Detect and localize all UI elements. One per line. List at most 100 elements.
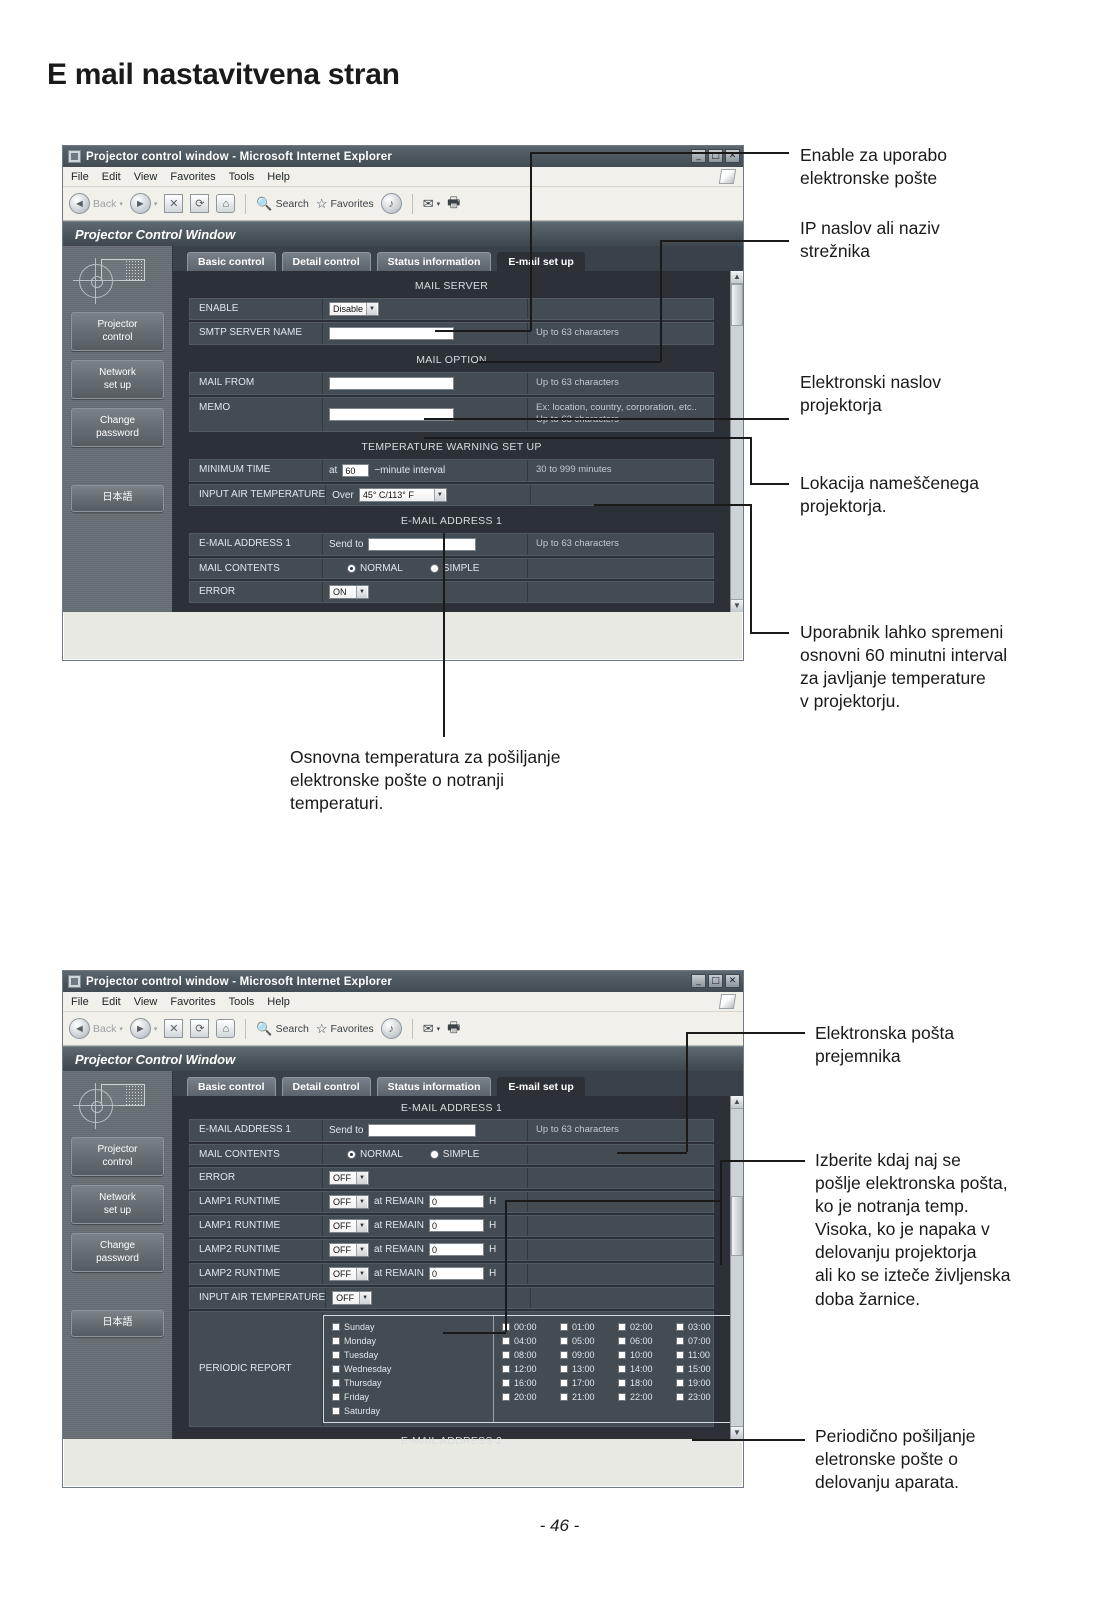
radio-simple[interactable]: SIMPLE xyxy=(429,563,479,574)
scroll-up-icon[interactable]: ▲ xyxy=(731,1096,743,1109)
media-button[interactable]: ♪ xyxy=(380,1018,402,1039)
smtp-server-name-input[interactable] xyxy=(329,326,454,340)
email-address-1-input[interactable] xyxy=(368,537,477,551)
lamp2-runtime-b-remain-input[interactable]: 0 xyxy=(429,1267,485,1281)
print-button[interactable]: 🖶 xyxy=(447,1017,460,1041)
favorites-button[interactable]: ☆ Favorites xyxy=(316,196,374,212)
sidebar-item-japanese[interactable]: 日本語 xyxy=(71,1310,164,1337)
tab-status-information[interactable]: Status information xyxy=(376,252,492,271)
mail-button[interactable]: ✉ ▾ xyxy=(423,1021,440,1037)
checkbox-hour-0200[interactable]: 02:00 xyxy=(618,1320,666,1334)
input-air-temp-select[interactable]: 45° C/113° F ▼ xyxy=(358,488,447,503)
checkbox-hour-0700[interactable]: 07:00 xyxy=(676,1334,724,1348)
scroll-down-icon[interactable]: ▼ xyxy=(731,599,743,612)
tab-basic-control[interactable]: Basic control xyxy=(187,252,276,271)
minimum-time-input[interactable]: 60 xyxy=(342,464,370,478)
minimize-button[interactable]: _ xyxy=(691,974,706,988)
checkbox-hour-0500[interactable]: 05:00 xyxy=(560,1334,608,1348)
checkbox-friday[interactable]: Friday xyxy=(332,1390,493,1404)
checkbox-wednesday[interactable]: Wednesday xyxy=(332,1362,493,1376)
lamp1-runtime-b-select[interactable]: OFF ▼ xyxy=(329,1218,369,1233)
checkbox-hour-1100[interactable]: 11:00 xyxy=(676,1348,724,1362)
checkbox-saturday[interactable]: Saturday xyxy=(332,1404,493,1418)
checkbox-hour-0600[interactable]: 06:00 xyxy=(618,1334,666,1348)
stop-button[interactable]: ✕ xyxy=(164,1019,184,1038)
radio-normal[interactable]: NORMAL xyxy=(347,563,403,574)
checkbox-hour-2300[interactable]: 23:00 xyxy=(676,1390,724,1404)
favorites-button[interactable]: ☆ Favorites xyxy=(316,1021,374,1037)
error-select[interactable]: ON ▼ xyxy=(329,584,369,599)
checkbox-monday[interactable]: Monday xyxy=(332,1334,493,1348)
menu-item-file[interactable]: File xyxy=(71,996,89,1008)
tab-detail-control[interactable]: Detail control xyxy=(281,1077,371,1096)
checkbox-hour-0900[interactable]: 09:00 xyxy=(560,1348,608,1362)
search-button[interactable]: 🔍 Search xyxy=(256,196,308,212)
checkbox-hour-1700[interactable]: 17:00 xyxy=(560,1376,608,1390)
sidebar-item-projector-control[interactable]: Projector control xyxy=(71,1137,164,1176)
menu-item-file[interactable]: File xyxy=(71,171,89,183)
checkbox-hour-0100[interactable]: 01:00 xyxy=(560,1320,608,1334)
checkbox-tuesday[interactable]: Tuesday xyxy=(332,1348,493,1362)
stop-button[interactable]: ✕ xyxy=(164,194,184,213)
maximize-button[interactable]: □ xyxy=(708,974,723,988)
menu-item-favorites[interactable]: Favorites xyxy=(170,171,215,183)
checkbox-hour-1000[interactable]: 10:00 xyxy=(618,1348,666,1362)
print-button[interactable]: 🖶 xyxy=(447,192,460,216)
checkbox-hour-1500[interactable]: 15:00 xyxy=(676,1362,724,1376)
radio-normal[interactable]: NORMAL xyxy=(347,1149,403,1160)
menu-item-tools[interactable]: Tools xyxy=(229,171,255,183)
media-button[interactable]: ♪ xyxy=(380,193,402,214)
scroll-thumb[interactable] xyxy=(731,1196,743,1256)
sidebar-item-network-setup[interactable]: Network set up xyxy=(71,360,164,399)
checkbox-hour-2000[interactable]: 20:00 xyxy=(502,1390,550,1404)
home-button[interactable]: ⌂ xyxy=(216,1019,236,1038)
sidebar-item-japanese[interactable]: 日本語 xyxy=(71,485,164,512)
home-button[interactable]: ⌂ xyxy=(216,194,236,213)
close-button[interactable]: ✕ xyxy=(725,974,740,988)
tab-basic-control[interactable]: Basic control xyxy=(187,1077,276,1096)
input-air-temp-select[interactable]: OFF ▼ xyxy=(332,1290,373,1305)
lamp1-runtime-a-remain-input[interactable]: 0 xyxy=(429,1195,485,1209)
tab-status-information[interactable]: Status information xyxy=(376,1077,492,1096)
lamp1-runtime-b-remain-input[interactable]: 0 xyxy=(429,1219,485,1233)
radio-simple[interactable]: SIMPLE xyxy=(429,1149,479,1160)
forward-button[interactable]: ► ▾ xyxy=(129,1018,157,1039)
checkbox-hour-2100[interactable]: 21:00 xyxy=(560,1390,608,1404)
email-address-1-input[interactable] xyxy=(368,1123,477,1137)
checkbox-hour-2200[interactable]: 22:00 xyxy=(618,1390,666,1404)
checkbox-thursday[interactable]: Thursday xyxy=(332,1376,493,1390)
menu-item-favorites[interactable]: Favorites xyxy=(170,996,215,1008)
back-button[interactable]: ◄ Back ▾ xyxy=(69,1018,123,1039)
menu-item-view[interactable]: View xyxy=(134,996,158,1008)
tab-email-setup[interactable]: E-mail set up xyxy=(497,1077,585,1096)
checkbox-hour-1800[interactable]: 18:00 xyxy=(618,1376,666,1390)
checkbox-hour-1300[interactable]: 13:00 xyxy=(560,1362,608,1376)
scroll-up-icon[interactable]: ▲ xyxy=(731,271,743,284)
scroll-down-icon[interactable]: ▼ xyxy=(731,1426,743,1439)
menu-item-tools[interactable]: Tools xyxy=(229,996,255,1008)
checkbox-hour-1900[interactable]: 19:00 xyxy=(676,1376,724,1390)
back-button[interactable]: ◄ Back ▾ xyxy=(69,193,123,214)
tab-email-setup[interactable]: E-mail set up xyxy=(497,252,585,271)
enable-select[interactable]: Disable ▼ xyxy=(329,302,380,316)
menu-item-edit[interactable]: Edit xyxy=(102,996,121,1008)
lamp2-runtime-a-select[interactable]: OFF ▼ xyxy=(329,1242,369,1257)
refresh-button[interactable]: ⟳ xyxy=(190,194,210,213)
sidebar-item-change-password[interactable]: Change password xyxy=(71,408,164,447)
mail-from-input[interactable] xyxy=(329,376,454,390)
sidebar-item-projector-control[interactable]: Projector control xyxy=(71,312,164,351)
lamp1-runtime-a-select[interactable]: OFF ▼ xyxy=(329,1194,369,1209)
lamp2-runtime-b-select[interactable]: OFF ▼ xyxy=(329,1266,369,1281)
sidebar-item-network-setup[interactable]: Network set up xyxy=(71,1185,164,1224)
panel-scrollbar-2[interactable]: ▲ ▼ xyxy=(730,1096,743,1439)
menu-item-view[interactable]: View xyxy=(134,171,158,183)
menu-item-help[interactable]: Help xyxy=(267,171,290,183)
menu-item-help[interactable]: Help xyxy=(267,996,290,1008)
sidebar-item-change-password[interactable]: Change password xyxy=(71,1233,164,1272)
tab-detail-control[interactable]: Detail control xyxy=(281,252,371,271)
checkbox-hour-1400[interactable]: 14:00 xyxy=(618,1362,666,1376)
search-button[interactable]: 🔍 Search xyxy=(256,1021,308,1037)
checkbox-hour-0400[interactable]: 04:00 xyxy=(502,1334,550,1348)
checkbox-hour-1200[interactable]: 12:00 xyxy=(502,1362,550,1376)
lamp2-runtime-a-remain-input[interactable]: 0 xyxy=(429,1243,485,1257)
